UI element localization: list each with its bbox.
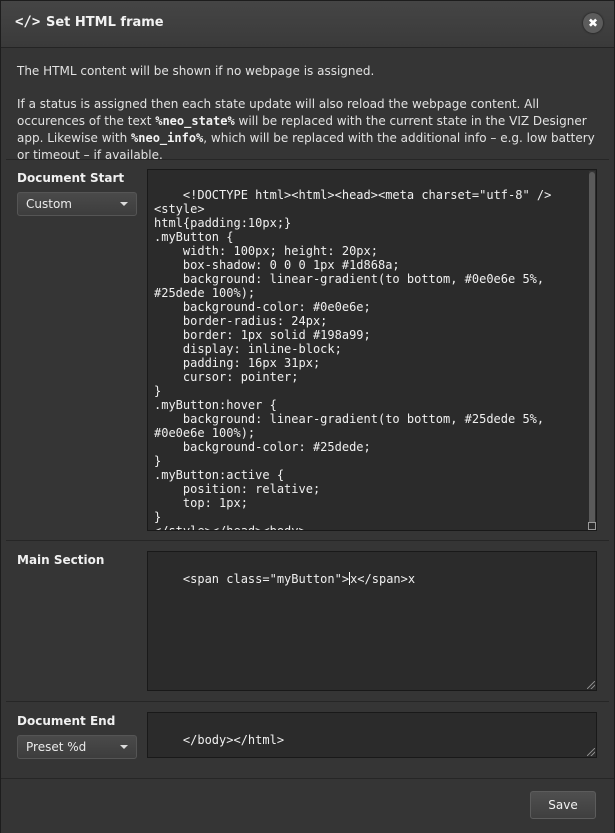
resize-handle-icon[interactable] [588,522,596,530]
main-section-editor[interactable]: <span class="myButton">x</span>x [147,551,597,691]
dialog-footer: Save [1,778,614,833]
document-start-code: <!DOCTYPE html><html><head><meta charset… [154,188,552,531]
scrollbar-thumb[interactable] [589,172,595,530]
document-end-label: Document End [17,714,116,728]
document-end-editor[interactable]: </body></html> [147,712,597,758]
save-button[interactable]: Save [530,791,596,819]
close-button[interactable]: ✖ [583,13,603,33]
document-start-select-value: Custom [26,197,72,211]
set-html-frame-dialog: </> Set HTML frame ✖ The HTML content wi… [0,0,615,833]
dialog-titlebar: </> Set HTML frame ✖ [1,1,614,48]
main-section-code-after: x</span>x [350,572,416,586]
dialog-title: Set HTML frame [46,15,164,30]
info-line-1: The HTML content will be shown if no web… [17,64,375,78]
chevron-down-icon [120,202,128,206]
main-section-label: Main Section [17,553,105,567]
document-end-select[interactable]: Preset %d [17,735,137,759]
chevron-down-icon [120,745,128,749]
divider [6,701,609,702]
document-end-code: </body></html> [182,733,285,747]
close-icon: ✖ [587,16,599,30]
divider [6,540,609,541]
document-end-select-value: Preset %d [26,740,87,754]
divider [6,159,609,160]
main-section-code-before: <span class="myButton"> [182,572,350,586]
code-icon: </> [15,14,41,30]
document-start-select[interactable]: Custom [17,192,137,216]
resize-handle-icon[interactable] [587,681,595,689]
info-text: The HTML content will be shown if no web… [17,63,597,164]
neo-info-token: %neo_info% [131,131,204,145]
neo-state-token: %neo_state% [155,114,235,128]
resize-handle-icon[interactable] [587,748,595,756]
document-start-editor[interactable]: <!DOCTYPE html><html><head><meta charset… [147,169,597,531]
info-line-2: If a status is assigned then each state … [17,96,597,164]
document-start-label: Document Start [17,171,125,185]
